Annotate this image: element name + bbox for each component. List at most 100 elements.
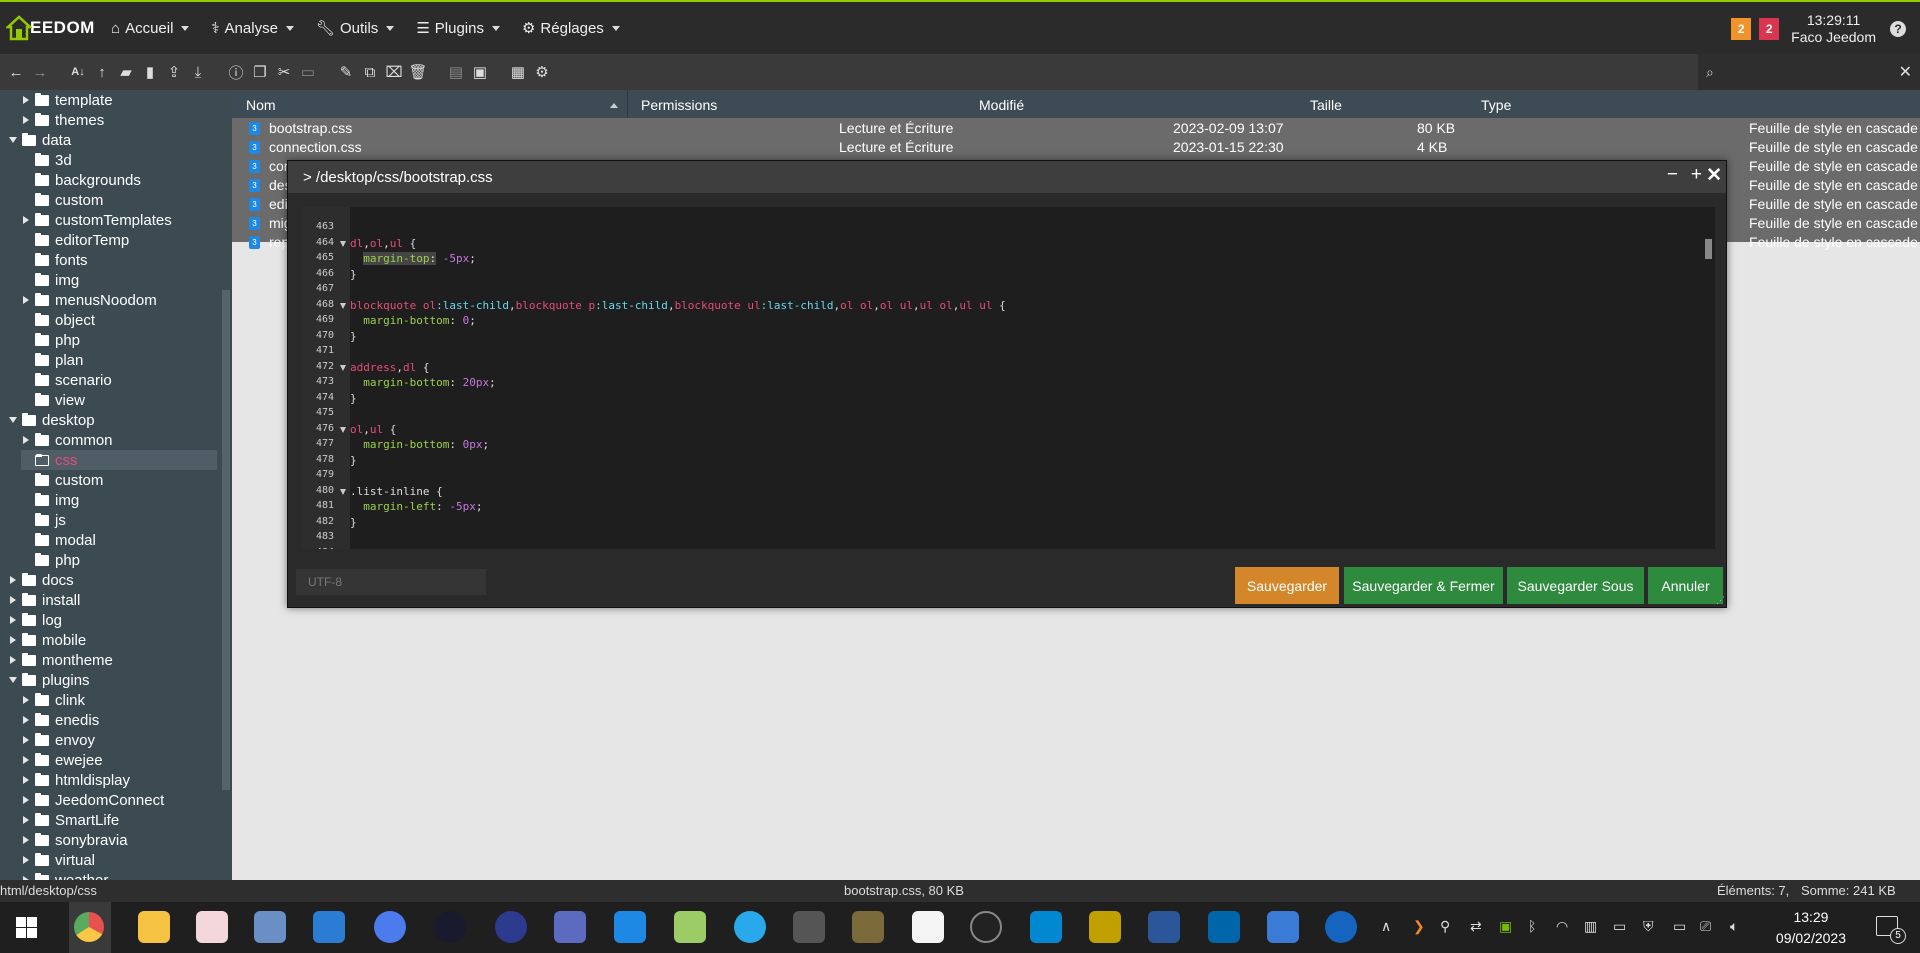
tree-item-sonybravia[interactable]: sonybravia <box>21 830 128 850</box>
tree-item-desktop[interactable]: desktop <box>8 410 95 430</box>
tray-device-icon[interactable]: ▥ <box>1584 918 1597 935</box>
trash-icon[interactable]: 🗑 <box>406 60 430 84</box>
tree-item-modal[interactable]: modal <box>21 530 96 550</box>
chevron-right-icon[interactable] <box>21 756 31 764</box>
telegram-icon[interactable] <box>734 911 766 943</box>
snipping-tool-icon[interactable] <box>196 911 228 943</box>
chevron-down-icon[interactable] <box>8 677 18 683</box>
bluetooth-icon[interactable]: ᛒ <box>1528 918 1536 934</box>
tree-item-css[interactable]: css <box>21 450 217 470</box>
clear-search-icon[interactable]: ✕ <box>1899 62 1912 82</box>
save-close-button[interactable]: Sauvegarder & Fermer <box>1344 567 1503 604</box>
fold-arrow-icon[interactable] <box>340 240 346 247</box>
chevron-right-icon[interactable] <box>21 856 31 864</box>
chevron-right-icon[interactable] <box>21 436 31 444</box>
tree-item-3d[interactable]: 3d <box>21 150 72 170</box>
fold-arrow-icon[interactable] <box>340 302 346 309</box>
col-type[interactable]: Type <box>1481 97 1511 113</box>
chevron-down-icon[interactable] <box>8 417 18 423</box>
chevron-right-icon[interactable] <box>21 816 31 824</box>
archive-icon[interactable]: ▤ <box>444 60 468 84</box>
chevron-right-icon[interactable] <box>8 616 18 624</box>
fold-arrow-icon[interactable] <box>340 488 346 495</box>
audio-app-icon[interactable] <box>1089 911 1121 943</box>
media-app-icon[interactable] <box>852 911 884 943</box>
tree-item-smartlife[interactable]: SmartLife <box>21 810 119 830</box>
nav-menu-plugins[interactable]: ☰ Plugins <box>405 1 511 55</box>
grid-view-icon[interactable]: ▦ <box>506 60 530 84</box>
tree-item-php[interactable]: php <box>21 550 80 570</box>
edit-icon[interactable]: ✎ <box>334 60 358 84</box>
tree-item-plan[interactable]: plan <box>21 350 83 370</box>
nav-menu-accueil[interactable]: ⌂ Accueil <box>100 1 200 55</box>
tree-item-common[interactable]: common <box>21 430 113 450</box>
windows-start-icon[interactable] <box>16 917 37 938</box>
tree-item-log[interactable]: log <box>8 610 62 630</box>
close-icon[interactable]: ✕ <box>1706 164 1722 187</box>
tree-item-editortemp[interactable]: editorTemp <box>21 230 129 250</box>
tree-item-htmldisplay[interactable]: htmldisplay <box>21 770 130 790</box>
fb-app-icon[interactable] <box>912 911 944 943</box>
nav-menu-réglages[interactable]: ⚙ Réglages <box>511 1 631 55</box>
fold-arrow-icon[interactable] <box>340 426 346 433</box>
chevron-right-icon[interactable] <box>8 576 18 584</box>
minimize-icon[interactable]: − <box>1667 164 1678 186</box>
nav-menu-outils[interactable]: 🔧︎ Outils <box>305 1 405 55</box>
chat-icon[interactable] <box>374 911 406 943</box>
tree-item-envoy[interactable]: envoy <box>21 730 95 750</box>
store-icon[interactable] <box>1030 911 1062 943</box>
contacts-icon[interactable] <box>313 911 345 943</box>
file-row[interactable]: 3 connection.css Lecture et Écriture 2023-0… <box>232 138 1920 157</box>
tree-item-clink[interactable]: clink <box>21 690 85 710</box>
fold-arrow-icon[interactable] <box>340 364 346 371</box>
calculator-icon[interactable] <box>254 911 286 943</box>
tree-item-fonts[interactable]: fonts <box>21 250 88 270</box>
col-modified[interactable]: Modifié <box>979 97 1024 113</box>
chevron-right-icon[interactable] <box>21 736 31 744</box>
chevron-right-icon[interactable] <box>21 116 31 124</box>
tree-item-img[interactable]: img <box>21 270 79 290</box>
tray-app-icon[interactable]: ❯ <box>1413 918 1425 935</box>
tree-item-jeedomconnect[interactable]: JeedomConnect <box>21 790 164 810</box>
chevron-right-icon[interactable] <box>21 796 31 804</box>
encoding-input[interactable]: UTF-8 <box>296 569 486 595</box>
navbar-user[interactable]: Faco Jeedom <box>1791 29 1876 46</box>
tree-item-data[interactable]: data <box>8 130 71 150</box>
download-icon[interactable]: ⤓ <box>186 60 210 84</box>
chevron-right-icon[interactable] <box>21 716 31 724</box>
tree-item-customtemplates[interactable]: customTemplates <box>21 210 172 230</box>
tree-item-weather[interactable]: weather <box>21 870 108 880</box>
tree-item-plugins[interactable]: plugins <box>8 670 90 690</box>
photos-icon[interactable] <box>1267 911 1299 943</box>
tree-item-ewejee[interactable]: ewejee <box>21 750 103 770</box>
back-arrow-icon[interactable]: ← <box>4 60 28 84</box>
tree-item-template[interactable]: template <box>21 90 113 110</box>
jeedom-logo[interactable]: EEDOM <box>4 8 94 48</box>
settings-icon[interactable]: ⚙ <box>530 60 554 84</box>
tree-item-scenario[interactable]: scenario <box>21 370 112 390</box>
vpn-icon[interactable] <box>1325 911 1357 943</box>
tray-nvidia-icon[interactable]: ▣ <box>1499 918 1512 935</box>
network-icon[interactable]: ⎚ <box>1700 918 1711 935</box>
sort-az-icon[interactable]: A↓ <box>66 60 90 84</box>
copy-icon[interactable]: ❐ <box>248 60 272 84</box>
tree-item-view[interactable]: view <box>21 390 85 410</box>
vscode-icon[interactable] <box>1208 911 1240 943</box>
arduino-icon[interactable] <box>495 911 527 943</box>
help-icon[interactable]: ? <box>1890 21 1906 37</box>
chevron-right-icon[interactable] <box>21 216 31 224</box>
speedtest-icon[interactable] <box>970 911 1002 943</box>
save-as-button[interactable]: Sauvegarder Sous <box>1507 567 1644 604</box>
editor-scrollbar[interactable] <box>1705 239 1712 259</box>
new-folder-icon[interactable]: ▰ <box>114 60 138 84</box>
tree-item-docs[interactable]: docs <box>8 570 74 590</box>
extract-icon[interactable]: ▣ <box>468 60 492 84</box>
info-icon[interactable]: ⓘ <box>224 60 248 84</box>
defender-icon[interactable]: ⛨ <box>1643 918 1654 935</box>
col-size[interactable]: Taille <box>1310 97 1342 113</box>
tray-cloud-icon[interactable]: ◠ <box>1556 918 1568 935</box>
cancel-button[interactable]: Annuler <box>1648 567 1723 604</box>
document-app-icon[interactable] <box>614 911 646 943</box>
tree-item-enedis[interactable]: enedis <box>21 710 99 730</box>
tray-monitor-icon[interactable]: ▭ <box>1613 918 1626 935</box>
